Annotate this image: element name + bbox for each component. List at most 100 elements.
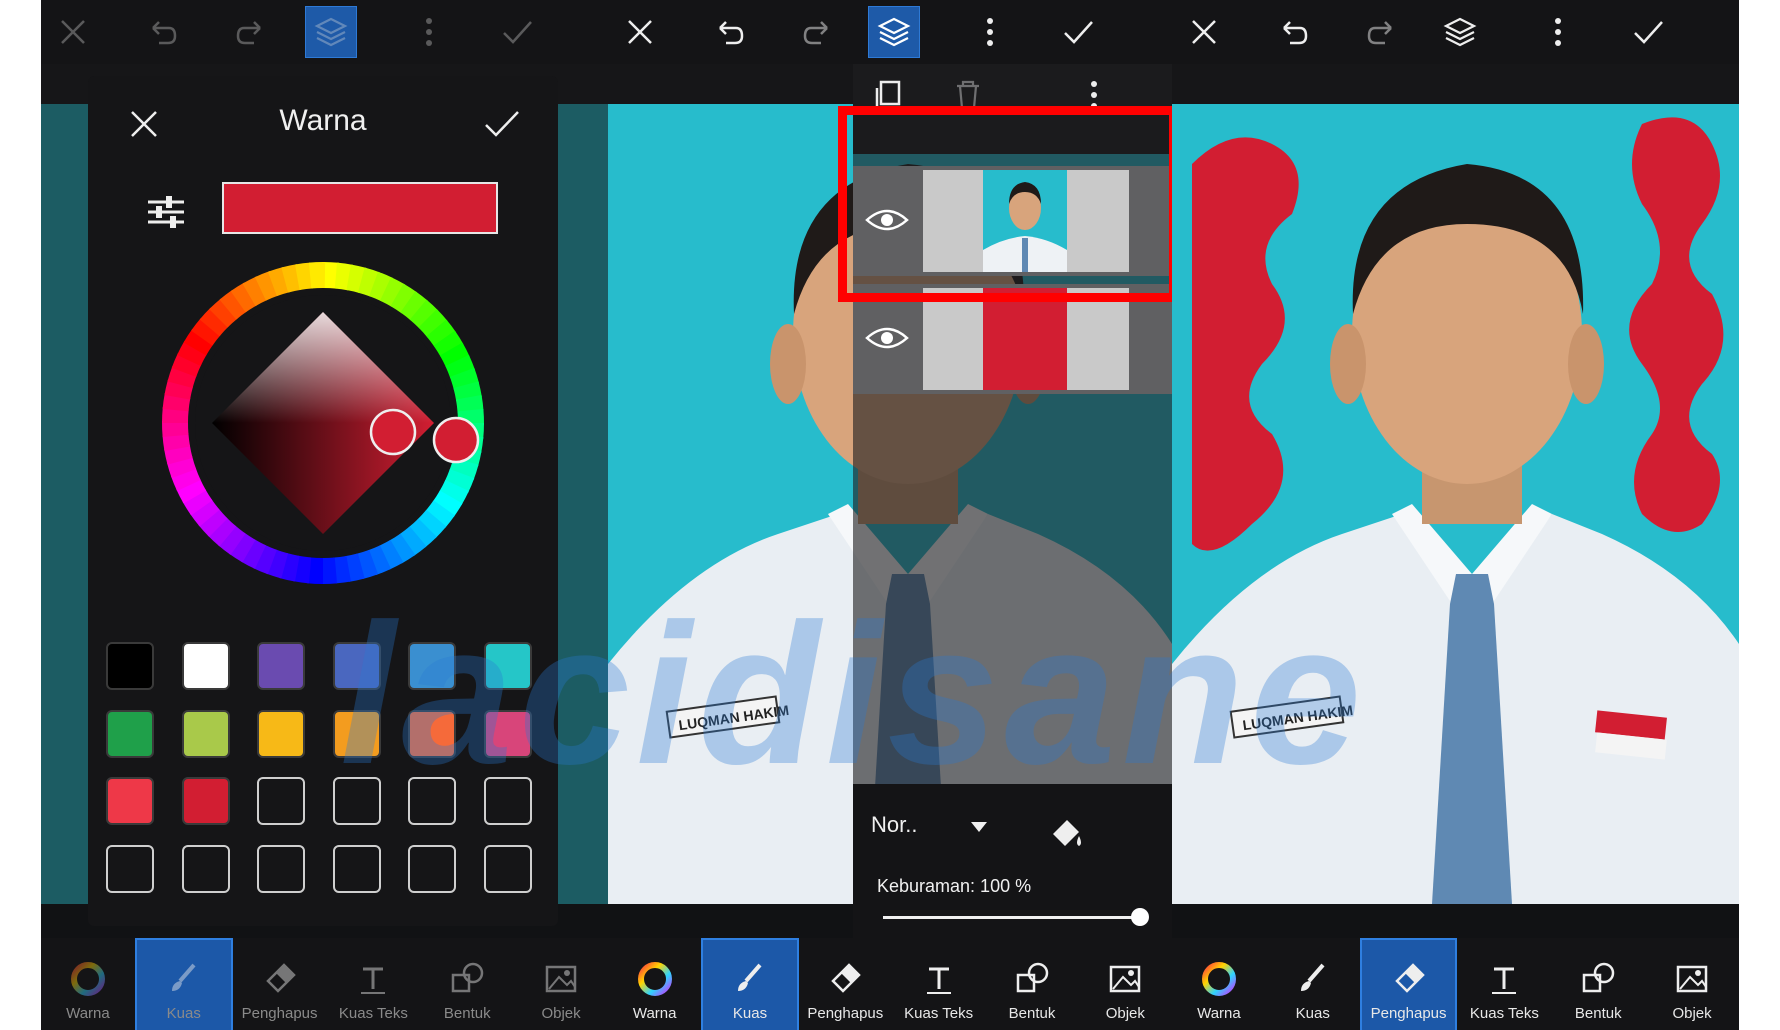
saturation-handle[interactable] bbox=[369, 408, 417, 456]
apply-button[interactable] bbox=[1622, 6, 1674, 58]
close-icon bbox=[61, 20, 85, 44]
more-menu-button[interactable] bbox=[403, 6, 455, 58]
color-swatch[interactable] bbox=[257, 709, 305, 758]
close-button[interactable] bbox=[1178, 6, 1230, 58]
empty-swatch-slot[interactable] bbox=[257, 777, 305, 825]
color-swatch[interactable] bbox=[181, 642, 230, 690]
color-swatch[interactable] bbox=[106, 777, 154, 825]
selected-color-preview[interactable] bbox=[222, 182, 498, 234]
chevron-down-icon[interactable] bbox=[971, 822, 987, 832]
apply-button[interactable] bbox=[491, 6, 543, 58]
tool-objek[interactable]: Objek bbox=[514, 938, 608, 1030]
undo-button[interactable] bbox=[703, 6, 755, 58]
bottom-toolbar: Warna Kuas Penghapus Kuas Teks Bentuk Objek bbox=[608, 938, 1172, 1030]
eye-icon[interactable] bbox=[865, 320, 909, 356]
eraser-icon bbox=[831, 963, 862, 993]
tool-warna[interactable]: Warna bbox=[41, 938, 135, 1030]
tool-bentuk[interactable]: Bentuk bbox=[985, 938, 1078, 1030]
tool-label: Penghapus bbox=[1370, 1005, 1447, 1022]
tool-penghapus[interactable]: Penghapus bbox=[1359, 938, 1458, 1030]
layers-button[interactable] bbox=[1434, 6, 1486, 58]
tool-bentuk[interactable]: Bentuk bbox=[1551, 938, 1645, 1030]
layers-button[interactable] bbox=[305, 6, 357, 58]
tool-kuas-teks[interactable]: Kuas Teks bbox=[326, 938, 420, 1030]
empty-swatch-slot[interactable] bbox=[408, 844, 456, 893]
panel-color-picker: Warna Warna Kuas Penghapus Kuas Teks Ben… bbox=[41, 0, 608, 1030]
tool-label: Warna bbox=[632, 1005, 677, 1022]
tool-objek[interactable]: Objek bbox=[1079, 938, 1172, 1030]
tool-label: Objek bbox=[541, 1005, 581, 1022]
layer-thumbnail-paint bbox=[983, 288, 1067, 390]
tool-label: Kuas bbox=[1295, 1005, 1330, 1022]
undo-button[interactable] bbox=[136, 6, 188, 58]
brush-icon bbox=[737, 963, 762, 991]
shape-icon bbox=[451, 962, 484, 993]
image-object-icon bbox=[1676, 965, 1708, 993]
color-wheel[interactable] bbox=[160, 260, 486, 586]
more-vertical-icon bbox=[1555, 18, 1561, 46]
check-icon bbox=[1634, 21, 1663, 44]
close-button[interactable] bbox=[614, 6, 666, 58]
color-swatch[interactable] bbox=[106, 709, 154, 758]
tool-penghapus[interactable]: Penghapus bbox=[799, 938, 892, 1030]
redo-button[interactable] bbox=[792, 6, 844, 58]
apply-button[interactable] bbox=[1052, 6, 1104, 58]
opacity-slider-handle[interactable] bbox=[1131, 908, 1149, 926]
tool-kuas-teks[interactable]: Kuas Teks bbox=[892, 938, 985, 1030]
more-menu-button[interactable] bbox=[964, 6, 1016, 58]
opacity-slider[interactable] bbox=[883, 916, 1139, 919]
top-toolbar bbox=[608, 0, 1172, 64]
empty-swatch-slot[interactable] bbox=[483, 844, 532, 893]
tool-kuas-teks[interactable]: Kuas Teks bbox=[1457, 938, 1551, 1030]
layers-icon bbox=[314, 17, 348, 47]
tool-label: Penghapus bbox=[241, 1005, 318, 1022]
color-wheel-icon bbox=[70, 962, 105, 996]
sliders-icon[interactable] bbox=[146, 194, 186, 230]
color-swatch[interactable] bbox=[257, 642, 305, 690]
color-swatch[interactable] bbox=[181, 777, 230, 825]
tool-bentuk[interactable]: Bentuk bbox=[420, 938, 514, 1030]
red-paint-stroke-left bbox=[1192, 137, 1299, 551]
shape-icon bbox=[1016, 962, 1049, 993]
redo-button[interactable] bbox=[1356, 6, 1408, 58]
redo-button[interactable] bbox=[225, 6, 277, 58]
empty-swatch-slot[interactable] bbox=[181, 844, 230, 893]
panel-layers: LUQMAN HAKIM Nor.. Keburaman: 100 % Warn… bbox=[608, 0, 1172, 1030]
highlight-box bbox=[838, 106, 1172, 302]
tool-objek[interactable]: Objek bbox=[1645, 938, 1739, 1030]
top-toolbar bbox=[1172, 0, 1739, 64]
color-wheel-icon bbox=[637, 962, 672, 996]
tool-label: Kuas Teks bbox=[338, 1005, 408, 1022]
tool-kuas[interactable]: Kuas bbox=[134, 938, 233, 1030]
layers-button[interactable] bbox=[868, 6, 920, 58]
tool-warna[interactable]: Warna bbox=[608, 938, 701, 1030]
text-brush-icon bbox=[1492, 967, 1517, 994]
undo-icon bbox=[152, 21, 177, 45]
tool-penghapus[interactable]: Penghapus bbox=[233, 938, 327, 1030]
more-vertical-icon bbox=[987, 18, 993, 46]
close-icon bbox=[1192, 20, 1216, 44]
hue-handle[interactable] bbox=[432, 416, 480, 464]
empty-swatch-slot[interactable] bbox=[332, 844, 381, 893]
tool-warna[interactable]: Warna bbox=[1172, 938, 1266, 1030]
text-brush-icon bbox=[361, 967, 386, 994]
tool-label: Kuas bbox=[166, 1005, 201, 1022]
undo-button[interactable] bbox=[1267, 6, 1319, 58]
panel-result: LUQMAN HAKIM Warna Kuas Penghapus Kuas Teks… bbox=[1172, 0, 1739, 1030]
blend-mode-select[interactable]: Nor.. bbox=[871, 812, 917, 838]
check-icon[interactable] bbox=[482, 106, 522, 142]
brush-icon bbox=[1300, 963, 1325, 991]
color-swatch[interactable] bbox=[106, 642, 154, 690]
tool-label: Penghapus bbox=[807, 1005, 884, 1022]
more-menu-button[interactable] bbox=[1532, 6, 1584, 58]
text-brush-icon bbox=[926, 967, 951, 994]
fill-bucket-icon[interactable] bbox=[1045, 814, 1085, 854]
close-button[interactable] bbox=[47, 6, 99, 58]
empty-swatch-slot[interactable] bbox=[106, 844, 154, 893]
tool-kuas[interactable]: Kuas bbox=[1266, 938, 1360, 1030]
eraser-icon bbox=[1394, 963, 1425, 993]
empty-swatch-slot[interactable] bbox=[257, 844, 305, 893]
color-swatch[interactable] bbox=[181, 709, 230, 758]
tool-kuas[interactable]: Kuas bbox=[701, 938, 799, 1030]
tool-label: Objek bbox=[1105, 1005, 1145, 1022]
